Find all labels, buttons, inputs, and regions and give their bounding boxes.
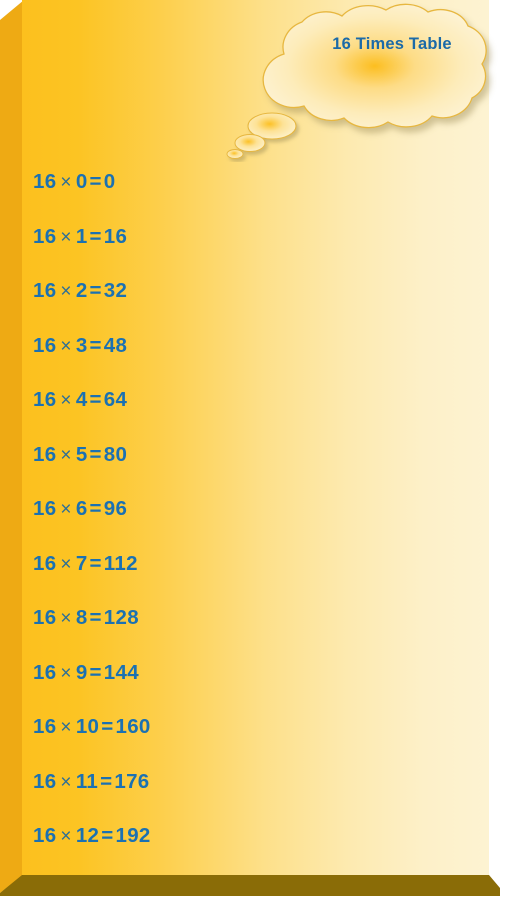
equals-sign: = <box>89 170 102 193</box>
equation-product: 128 <box>103 606 139 629</box>
equation-multiplier: 12 <box>75 824 100 847</box>
multiply-icon: × <box>60 608 72 629</box>
equation-row: 16 × 8=128 <box>33 601 463 656</box>
multiply-icon: × <box>60 662 72 684</box>
equals-sign: = <box>89 388 102 411</box>
equation-row: 16 × 4=64 <box>33 383 463 438</box>
equation-product: 96 <box>103 497 128 520</box>
multiply-icon: × <box>60 226 72 248</box>
equation-row: 16 × 7=112 <box>33 547 463 602</box>
equation-multiplicand: 16 <box>33 660 57 684</box>
equation-list: 16 × 0=0 16 × 1=16 16 × 2=32 16 × 3=48 16 × 4=64 16 × 5=8… <box>33 165 463 874</box>
equation-row: 16 × 0=0 <box>33 165 463 220</box>
equation-multiplier: 2 <box>75 279 88 302</box>
equation-multiplier: 8 <box>75 606 88 629</box>
equation-product: 16 <box>103 224 128 248</box>
poster-card: 16 Times Table 16 × 0=0 16 × 1=16 16 × 2=32 16 × 3=… <box>0 0 500 896</box>
equals-sign: = <box>89 660 102 684</box>
equation-product: 160 <box>115 715 151 738</box>
equation-multiplier: 6 <box>75 497 88 520</box>
equation-multiplicand: 16 <box>33 551 57 575</box>
equals-sign: = <box>89 551 102 575</box>
equation-multiplier: 9 <box>75 660 88 684</box>
equation-multiplicand: 16 <box>33 497 57 520</box>
card-left-bevel <box>0 0 24 893</box>
equation-row: 16 × 3=48 <box>33 329 463 384</box>
equation-multiplicand: 16 <box>33 715 57 738</box>
multiply-icon: × <box>60 717 72 738</box>
equation-multiplicand: 16 <box>33 279 57 302</box>
equation-product: 144 <box>103 660 139 684</box>
equation-row: 16 × 6=96 <box>33 492 463 547</box>
equation-multiplicand: 16 <box>33 170 57 193</box>
equation-multiplier: 1 <box>75 224 88 248</box>
equation-multiplier: 0 <box>75 170 88 193</box>
multiply-icon: × <box>60 499 72 520</box>
equals-sign: = <box>100 769 113 793</box>
equals-sign: = <box>89 279 102 302</box>
equation-multiplicand: 16 <box>33 606 57 629</box>
equation-product: 48 <box>103 333 128 357</box>
equation-multiplier: 10 <box>75 715 100 738</box>
equation-product: 32 <box>103 279 128 302</box>
equals-sign: = <box>89 333 102 357</box>
equation-multiplier: 5 <box>75 442 88 466</box>
equation-product: 80 <box>103 442 128 466</box>
equals-sign: = <box>89 606 102 629</box>
multiply-icon: × <box>60 390 72 411</box>
equation-row: 16 × 11=176 <box>33 765 463 820</box>
equation-multiplicand: 16 <box>33 224 57 248</box>
equation-multiplier: 7 <box>75 551 88 575</box>
equation-product: 64 <box>103 388 128 411</box>
equals-sign: = <box>89 224 102 248</box>
equation-multiplier: 3 <box>75 333 88 357</box>
equation-product: 192 <box>115 824 151 847</box>
multiply-icon: × <box>60 281 72 302</box>
equation-row: 16 × 1=16 <box>33 220 463 275</box>
equation-multiplicand: 16 <box>33 388 57 411</box>
equation-multiplicand: 16 <box>33 333 57 357</box>
equation-row: 16 × 2=32 <box>33 274 463 329</box>
equation-multiplicand: 16 <box>33 824 57 847</box>
equation-product: 0 <box>103 170 116 193</box>
multiply-icon: × <box>60 335 72 357</box>
equation-multiplicand: 16 <box>33 442 57 466</box>
equation-product: 176 <box>114 769 150 793</box>
multiply-icon: × <box>60 444 72 466</box>
equation-row: 16 × 10=160 <box>33 710 463 765</box>
equals-sign: = <box>101 715 114 738</box>
multiply-icon: × <box>60 172 72 193</box>
multiply-icon: × <box>60 553 72 575</box>
equation-multiplicand: 16 <box>33 769 57 793</box>
times-table-poster: 16 Times Table 16 × 0=0 16 × 1=16 16 × 2=32 16 × 3=… <box>0 0 512 897</box>
equals-sign: = <box>89 497 102 520</box>
multiply-icon: × <box>60 826 72 847</box>
equation-multiplier: 11 <box>75 769 99 793</box>
multiply-icon: × <box>60 771 72 793</box>
equation-row: 16 × 9=144 <box>33 656 463 711</box>
equation-row: 16 × 12=192 <box>33 819 463 874</box>
equals-sign: = <box>89 442 102 466</box>
equals-sign: = <box>101 824 114 847</box>
equation-multiplier: 4 <box>75 388 88 411</box>
equation-product: 112 <box>103 551 138 575</box>
equation-row: 16 × 5=80 <box>33 438 463 493</box>
